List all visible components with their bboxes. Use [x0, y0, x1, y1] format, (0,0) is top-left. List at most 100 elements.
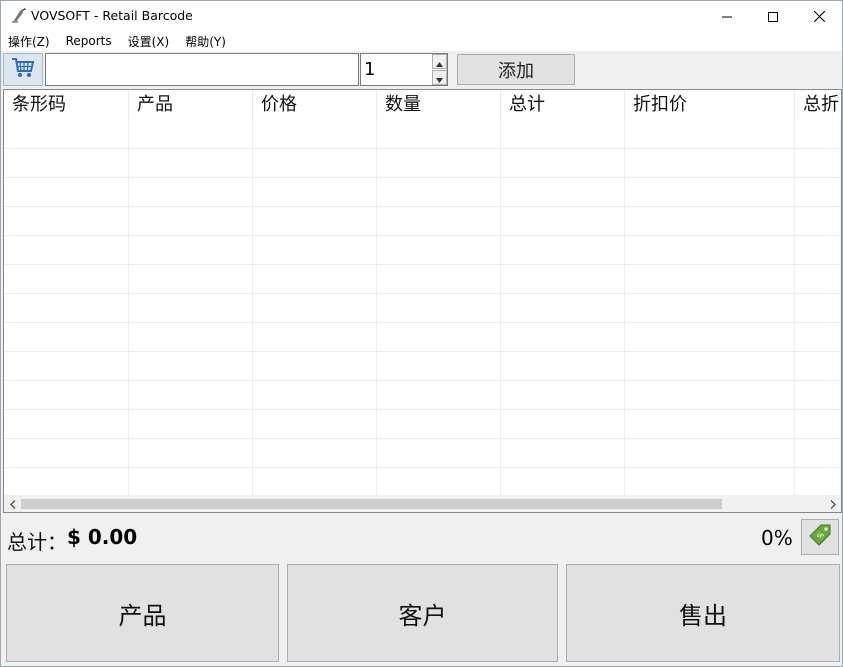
table-cell[interactable]	[253, 120, 377, 149]
table-cell[interactable]	[377, 468, 501, 497]
table-cell[interactable]	[253, 352, 377, 381]
table-cell[interactable]	[795, 265, 841, 294]
quantity-down-button[interactable]	[432, 70, 447, 85]
table-cell[interactable]	[501, 323, 625, 352]
table-cell[interactable]	[253, 323, 377, 352]
table-cell[interactable]	[625, 410, 795, 439]
table-cell[interactable]	[4, 439, 129, 468]
table-cell[interactable]	[377, 439, 501, 468]
table-cell[interactable]	[253, 149, 377, 178]
table-cell[interactable]	[253, 410, 377, 439]
table-cell[interactable]	[625, 149, 795, 178]
close-button[interactable]	[796, 1, 842, 31]
table-cell[interactable]	[501, 294, 625, 323]
table-cell[interactable]	[625, 294, 795, 323]
table-cell[interactable]	[501, 410, 625, 439]
scroll-left-button[interactable]	[4, 495, 21, 512]
table-cell[interactable]	[377, 149, 501, 178]
table-cell[interactable]	[795, 149, 841, 178]
table-cell[interactable]	[129, 149, 253, 178]
sell-button[interactable]: 售出	[566, 564, 840, 662]
table-cell[interactable]	[501, 207, 625, 236]
table-cell[interactable]	[625, 265, 795, 294]
table-cell[interactable]	[253, 207, 377, 236]
table-row[interactable]	[4, 468, 841, 497]
table-cell[interactable]	[625, 236, 795, 265]
table-cell[interactable]	[377, 410, 501, 439]
barcode-input[interactable]	[45, 53, 359, 86]
products-button[interactable]: 产品	[6, 564, 279, 662]
table-cell[interactable]	[253, 381, 377, 410]
table-cell[interactable]	[129, 178, 253, 207]
table-cell[interactable]	[377, 178, 501, 207]
table-row[interactable]	[4, 410, 841, 439]
items-grid[interactable]: 条形码 产品 价格 数量 总计 折扣价 总折	[3, 89, 842, 513]
table-row[interactable]	[4, 265, 841, 294]
table-cell[interactable]	[795, 236, 841, 265]
table-cell[interactable]	[129, 236, 253, 265]
table-row[interactable]	[4, 439, 841, 468]
table-cell[interactable]	[129, 265, 253, 294]
column-header-price[interactable]: 价格	[253, 90, 377, 120]
table-cell[interactable]	[377, 323, 501, 352]
table-row[interactable]	[4, 207, 841, 236]
table-cell[interactable]	[4, 207, 129, 236]
table-cell[interactable]	[795, 207, 841, 236]
table-cell[interactable]	[625, 178, 795, 207]
scrollbar-thumb[interactable]	[21, 499, 722, 509]
table-cell[interactable]	[377, 236, 501, 265]
table-cell[interactable]	[377, 381, 501, 410]
column-header-product[interactable]: 产品	[129, 90, 253, 120]
table-cell[interactable]	[501, 352, 625, 381]
table-cell[interactable]	[501, 236, 625, 265]
quantity-up-button[interactable]	[432, 54, 447, 69]
column-header-total-discount[interactable]: 总折	[795, 90, 841, 120]
table-cell[interactable]	[129, 468, 253, 497]
column-header-quantity[interactable]: 数量	[377, 90, 501, 120]
table-cell[interactable]	[129, 352, 253, 381]
table-cell[interactable]	[625, 468, 795, 497]
table-row[interactable]	[4, 178, 841, 207]
table-cell[interactable]	[795, 323, 841, 352]
table-cell[interactable]	[377, 265, 501, 294]
table-cell[interactable]	[129, 410, 253, 439]
table-cell[interactable]	[129, 381, 253, 410]
add-button[interactable]: 添加	[457, 54, 575, 85]
table-cell[interactable]	[4, 178, 129, 207]
table-cell[interactable]	[501, 149, 625, 178]
table-cell[interactable]	[253, 236, 377, 265]
table-cell[interactable]	[501, 178, 625, 207]
table-row[interactable]	[4, 149, 841, 178]
menu-operations[interactable]: 操作(Z)	[7, 33, 51, 50]
table-row[interactable]	[4, 236, 841, 265]
table-cell[interactable]	[625, 439, 795, 468]
maximize-button[interactable]	[750, 1, 796, 31]
table-cell[interactable]	[625, 381, 795, 410]
table-cell[interactable]	[253, 178, 377, 207]
table-cell[interactable]	[795, 439, 841, 468]
table-cell[interactable]	[795, 352, 841, 381]
table-row[interactable]	[4, 381, 841, 410]
table-cell[interactable]	[4, 381, 129, 410]
table-cell[interactable]	[377, 120, 501, 149]
table-row[interactable]	[4, 120, 841, 149]
table-cell[interactable]	[129, 207, 253, 236]
table-cell[interactable]	[377, 352, 501, 381]
table-cell[interactable]	[795, 381, 841, 410]
table-cell[interactable]	[377, 294, 501, 323]
table-cell[interactable]	[253, 265, 377, 294]
table-cell[interactable]	[795, 178, 841, 207]
table-cell[interactable]	[129, 294, 253, 323]
table-cell[interactable]	[253, 294, 377, 323]
table-cell[interactable]	[4, 120, 129, 149]
table-cell[interactable]	[4, 352, 129, 381]
table-row[interactable]	[4, 294, 841, 323]
menu-reports[interactable]: Reports	[65, 34, 113, 48]
table-row[interactable]	[4, 352, 841, 381]
table-cell[interactable]	[4, 236, 129, 265]
table-cell[interactable]	[625, 352, 795, 381]
table-cell[interactable]	[501, 468, 625, 497]
minimize-button[interactable]	[704, 1, 750, 31]
table-cell[interactable]	[501, 439, 625, 468]
table-cell[interactable]	[4, 149, 129, 178]
